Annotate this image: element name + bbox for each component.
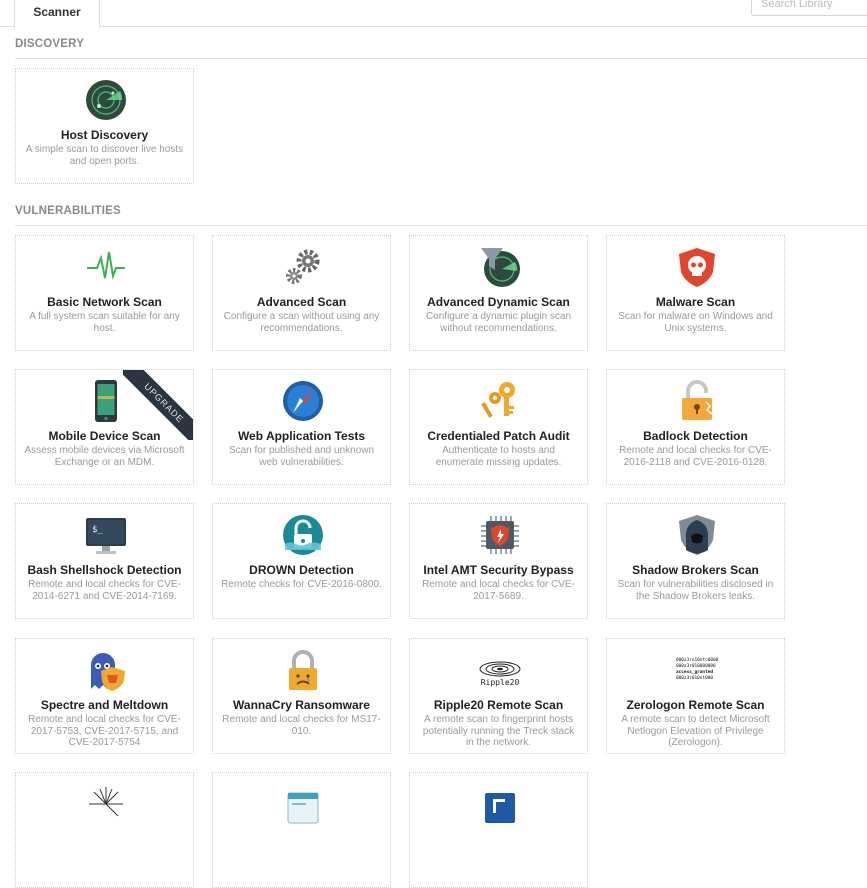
card-description: A remote scan to fingerprint hosts poten… [422, 714, 575, 748]
scan-template-card[interactable]: WannaCry Ransomware Remote and local che… [212, 638, 391, 754]
scan-template-card[interactable]: Shadow Brokers Scan Scan for vulnerabili… [606, 503, 785, 619]
scan-template-card[interactable]: Host Discovery A simple scan to discover… [15, 68, 194, 184]
drowning-padlock-icon [282, 514, 324, 556]
card-description: Scan for vulnerabilities disclosed in th… [617, 579, 774, 602]
card-description: Remote and local checks for CVE-2016-211… [619, 445, 772, 468]
chip-icon [479, 514, 521, 556]
card-title: Advanced Scan [256, 295, 347, 309]
scan-template-card[interactable]: $_ Bash Shellshock Detection Remote and … [15, 503, 194, 619]
scan-template-card[interactable]: Badlock Detection Remote and local check… [606, 369, 785, 485]
card-description: Remote and local checks for CVE-2017-568… [422, 579, 575, 602]
card-title: Intel AMT Security Bypass [423, 563, 574, 577]
scan-template-card[interactable]: Malware Scan Scan for malware on Windows… [606, 235, 785, 351]
svg-text:access_granted: access_granted [676, 669, 713, 675]
blue-box-icon [479, 783, 521, 825]
tab-bar: Scanner [0, 0, 867, 28]
card-description: A simple scan to discover live hosts and… [25, 144, 184, 167]
scan-template-card[interactable]: Advanced Dynamic Scan Configure a dynami… [409, 235, 588, 351]
ghost-shield-icon [85, 649, 127, 691]
scan-template-card[interactable]: Web Application Tests Scan for published… [212, 369, 391, 485]
scan-template-card[interactable]: Credentialed Patch Audit Authenticate to… [409, 369, 588, 485]
compass-icon [282, 380, 324, 422]
card-description: Authenticate to hosts and enumerate miss… [435, 445, 562, 468]
scan-template-card[interactable]: Advanced Scan Configure a scan without u… [212, 235, 391, 351]
card-title: Basic Network Scan [47, 295, 162, 309]
skull-shield-icon [676, 246, 718, 288]
svg-text:000z3ro10ntc0000: 000z3ro10ntc0000 [676, 657, 718, 663]
section-title-vulnerabilities: VULNERABILITIES [15, 205, 121, 217]
sad-padlock-icon [282, 649, 324, 691]
card-description: A remote scan to detect Microsoft Netlog… [621, 714, 770, 748]
scan-template-card[interactable]: Spectre and Meltdown Remote and local ch… [15, 638, 194, 754]
card-description: Configure a scan without using any recom… [223, 311, 380, 334]
scan-template-card[interactable]: Basic Network Scan A full system scan su… [15, 235, 194, 351]
ripple20-logo-text: Ripple20 [481, 678, 520, 687]
keys-icon [479, 380, 521, 422]
starburst-icon [85, 783, 127, 825]
scan-template-card[interactable] [212, 772, 391, 888]
scan-template-card[interactable]: 000z3ro10ntc0000 000z3r010000000 access_… [606, 638, 785, 754]
card-title: DROWN Detection [249, 563, 354, 577]
card-title: Ripple20 Remote Scan [433, 698, 564, 712]
card-description: Scan for published and unknown web vulne… [228, 445, 375, 468]
svg-text:000z3r010nt000: 000z3r010nt000 [676, 675, 713, 681]
card-title: Zerologon Remote Scan [626, 698, 765, 712]
scan-template-card[interactable]: DROWN Detection Remote checks for CVE-20… [212, 503, 391, 619]
card-description: Remote checks for CVE-2016-0800. [221, 579, 382, 590]
scan-template-card[interactable]: Ripple20 Ripple20 Remote Scan A remote s… [409, 638, 588, 754]
section-divider [15, 225, 867, 226]
zerologon-text-icon: 000z3ro10ntc0000 000z3r010000000 access_… [676, 649, 718, 691]
card-title: Spectre and Meltdown [40, 698, 169, 712]
card-title: Mobile Device Scan [48, 429, 161, 443]
card-description: Assess mobile devices via Microsoft Exch… [24, 445, 185, 468]
radar-icon [85, 79, 127, 121]
card-title: Advanced Dynamic Scan [427, 295, 570, 309]
card-title: Web Application Tests [237, 429, 366, 443]
mobile-device-icon [85, 380, 127, 422]
section-divider [15, 58, 867, 59]
scan-template-card[interactable] [15, 772, 194, 888]
section-title-discovery: DISCOVERY [15, 38, 85, 50]
card-description: Remote and local checks for CVE-2017-575… [28, 714, 181, 748]
card-title: Shadow Brokers Scan [632, 563, 759, 577]
scan-template-card[interactable] [409, 772, 588, 888]
broken-padlock-icon [676, 380, 718, 422]
card-title: Badlock Detection [643, 429, 748, 443]
ripple20-logo-icon: Ripple20 [479, 649, 521, 691]
card-title: Host Discovery [60, 128, 149, 142]
card-title: Malware Scan [655, 295, 736, 309]
card-title: Bash Shellshock Detection [27, 563, 182, 577]
card-description: A full system scan suitable for any host… [29, 311, 180, 334]
card-title: Credentialed Patch Audit [427, 429, 570, 443]
document-icon [282, 783, 324, 825]
tab-scanner[interactable]: Scanner [14, 0, 100, 28]
svg-text:$_: $_ [92, 525, 103, 535]
pulse-icon [85, 246, 127, 288]
card-description: Scan for malware on Windows and Unix sys… [618, 311, 773, 334]
scan-template-card[interactable]: UPGRADE Mobile Device Scan Assess mobile… [15, 369, 194, 485]
svg-text:000z3r010000000: 000z3r010000000 [676, 663, 716, 669]
terminal-monitor-icon: $_ [85, 514, 127, 556]
card-description: Configure a dynamic plugin scan without … [425, 311, 572, 334]
card-title: WannaCry Ransomware [233, 698, 370, 712]
scan-template-card[interactable]: Intel AMT Security Bypass Remote and loc… [409, 503, 588, 619]
funnel-radar-icon [479, 246, 521, 288]
search-input[interactable] [751, 0, 867, 16]
hooded-figure-icon [676, 514, 718, 556]
card-description: Remote and local checks for CVE-2014-627… [28, 579, 181, 602]
gears-icon [282, 246, 324, 288]
card-description: Remote and local checks for MS17-010. [222, 714, 381, 737]
